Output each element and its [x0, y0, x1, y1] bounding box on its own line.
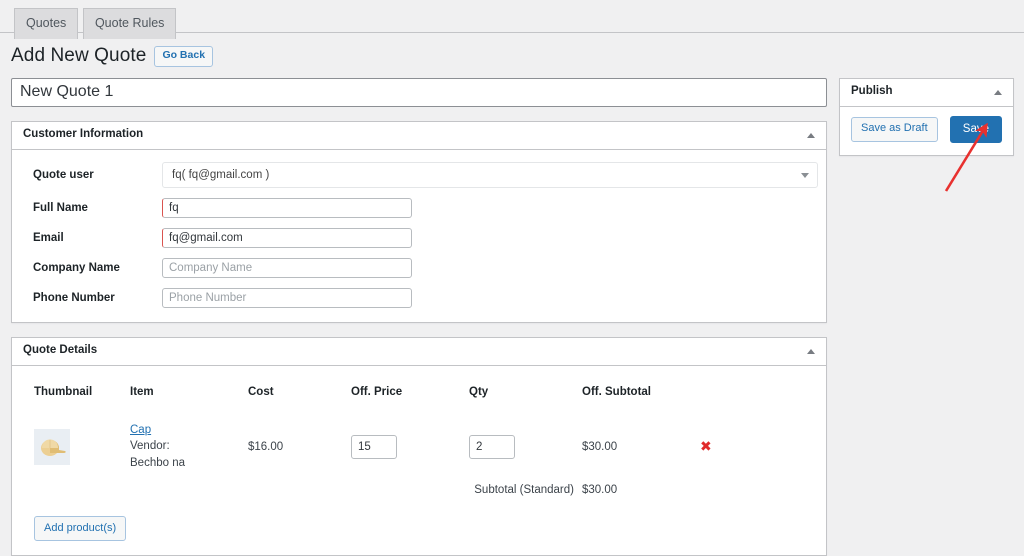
- cell-cost: $16.00: [248, 416, 351, 478]
- full-name-label: Full Name: [22, 202, 162, 214]
- column-header-qty: Qty: [469, 366, 582, 416]
- cell-actions: ✖: [700, 416, 826, 478]
- tab-quote-rules[interactable]: Quote Rules: [83, 8, 176, 39]
- tab-quotes[interactable]: Quotes: [14, 8, 78, 39]
- quote-details-header[interactable]: Quote Details: [12, 338, 826, 366]
- product-thumbnail: [34, 429, 70, 465]
- field-row-company-name: Company Name: [12, 258, 826, 278]
- go-back-button[interactable]: Go Back: [154, 46, 213, 67]
- customer-information-header[interactable]: Customer Information: [12, 122, 826, 150]
- add-products-button[interactable]: Add product(s): [34, 516, 126, 542]
- company-name-input[interactable]: [162, 258, 412, 278]
- item-name-link[interactable]: Cap: [130, 422, 248, 439]
- column-header-off-price: Off. Price: [351, 366, 469, 416]
- quote-user-label: Quote user: [22, 169, 162, 181]
- quote-user-selected-value: fq( fq@gmail.com ): [172, 169, 269, 181]
- quote-items-table: Thumbnail Item Cost Off. Price Qty Off. …: [12, 366, 826, 556]
- remove-item-icon[interactable]: ✖: [700, 439, 712, 455]
- cell-off-price: [351, 416, 469, 478]
- column-header-cost: Cost: [248, 366, 351, 416]
- quote-title-input[interactable]: [11, 78, 827, 107]
- customer-information-panel: Customer Information Quote user fq( fq@g…: [11, 121, 827, 323]
- field-row-phone-number: Phone Number: [12, 288, 826, 308]
- quote-user-select[interactable]: fq( fq@gmail.com ): [162, 162, 818, 188]
- collapse-chevron-up-icon[interactable]: [807, 349, 815, 354]
- subtotal-value: $30.00: [582, 478, 700, 502]
- publish-panel: Publish Save as Draft Save: [839, 78, 1014, 156]
- qty-input[interactable]: [469, 435, 515, 459]
- cell-thumbnail: [12, 416, 130, 478]
- column-header-off-subtotal: Off. Subtotal: [582, 366, 700, 416]
- cell-add-product: Add product(s): [12, 502, 826, 556]
- email-input[interactable]: [162, 228, 412, 248]
- phone-number-input[interactable]: [162, 288, 412, 308]
- chevron-down-icon: [801, 173, 809, 178]
- item-vendor-name: Bechbo na: [130, 457, 185, 469]
- nav-tab-bar: Quotes Quote Rules: [0, 0, 1024, 33]
- subtotal-row: Subtotal (Standard) $30.00: [12, 478, 826, 502]
- cell-off-subtotal: $30.00: [582, 416, 700, 478]
- quote-details-title: Quote Details: [23, 345, 97, 357]
- company-name-label: Company Name: [22, 262, 162, 274]
- field-row-quote-user: Quote user fq( fq@gmail.com ): [12, 162, 826, 188]
- column-header-item: Item: [130, 366, 248, 416]
- page-title: Add New Quote: [11, 44, 146, 69]
- customer-information-title: Customer Information: [23, 129, 143, 141]
- collapse-chevron-up-icon[interactable]: [994, 90, 1002, 95]
- cell-qty: [469, 416, 582, 478]
- save-button[interactable]: Save: [950, 116, 1002, 143]
- item-vendor-label: Vendor:: [130, 440, 170, 452]
- column-header-actions: [700, 366, 826, 416]
- quote-details-panel: Quote Details Thumbnail Item Cost Off. P…: [11, 337, 827, 556]
- column-header-thumbnail: Thumbnail: [12, 366, 130, 416]
- email-label: Email: [22, 232, 162, 244]
- off-price-input[interactable]: [351, 435, 397, 459]
- save-as-draft-button[interactable]: Save as Draft: [851, 117, 938, 142]
- publish-header[interactable]: Publish: [840, 79, 1013, 107]
- field-row-email: Email: [12, 228, 826, 248]
- main-column: Customer Information Quote user fq( fq@g…: [11, 78, 827, 556]
- phone-number-label: Phone Number: [22, 292, 162, 304]
- publish-title: Publish: [851, 86, 893, 98]
- table-header-row: Thumbnail Item Cost Off. Price Qty Off. …: [12, 366, 826, 416]
- field-row-full-name: Full Name: [12, 198, 826, 218]
- full-name-input[interactable]: [162, 198, 412, 218]
- cell-item: Cap Vendor: Bechbo na: [130, 416, 248, 478]
- collapse-chevron-up-icon[interactable]: [807, 133, 815, 138]
- add-product-row: Add product(s): [12, 502, 826, 556]
- cap-icon: [37, 436, 67, 458]
- table-row: Cap Vendor: Bechbo na $16.00 $3: [12, 416, 826, 478]
- sidebar-column: Publish Save as Draft Save: [839, 78, 1014, 156]
- subtotal-label: Subtotal (Standard): [469, 478, 582, 502]
